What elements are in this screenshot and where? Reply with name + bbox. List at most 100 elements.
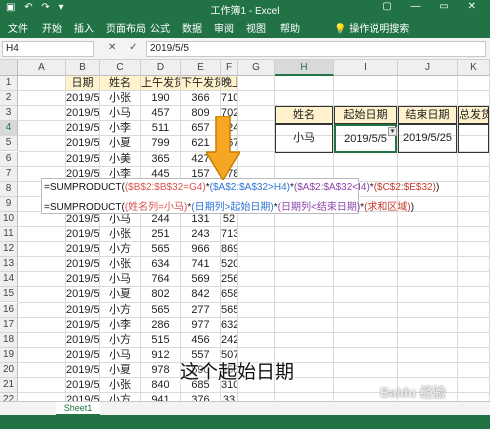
table-data-cell[interactable]: 515	[141, 333, 180, 347]
table-data-cell[interactable]: 978	[141, 363, 180, 377]
table-data-cell[interactable]: 小夏	[100, 363, 140, 377]
table-data-cell[interactable]: 632	[221, 318, 237, 332]
row-header-7[interactable]: 7	[0, 166, 18, 182]
table-data-cell[interactable]: 小美	[100, 152, 140, 166]
column-header-e[interactable]: E	[181, 60, 221, 76]
table-data-cell[interactable]: 565	[221, 303, 237, 317]
table-data-cell[interactable]: 2019/5/12	[66, 257, 99, 271]
criteria-header-cell[interactable]: 起始日期	[334, 106, 397, 125]
row-header-19[interactable]: 19	[0, 347, 18, 363]
formula-input[interactable]: 2019/5/5	[146, 41, 486, 57]
dropdown-arrow-icon[interactable]: ▾	[388, 127, 397, 137]
table-data-cell[interactable]: 966	[181, 242, 220, 256]
row-header-4[interactable]: 4	[0, 121, 18, 137]
table-data-cell[interactable]: 256	[221, 272, 237, 286]
table-data-cell[interactable]: 2019/5/3	[66, 121, 99, 135]
table-data-cell[interactable]: 小马	[100, 212, 140, 226]
sheet-tab-sheet1[interactable]: Sheet1	[56, 402, 100, 416]
table-data-cell[interactable]: 840	[141, 378, 180, 392]
table-data-cell[interactable]: 511	[141, 121, 180, 135]
table-data-cell[interactable]: 小马	[100, 348, 140, 362]
table-data-cell[interactable]: 286	[141, 318, 180, 332]
tab-help[interactable]: 帮助	[280, 20, 300, 35]
row-header-21[interactable]: 21	[0, 378, 18, 394]
table-data-cell[interactable]: 小张	[100, 91, 140, 105]
table-header-cell[interactable]: 上午发货	[141, 76, 180, 91]
tab-home[interactable]: 开始	[42, 20, 62, 35]
table-data-cell[interactable]: 小张	[100, 378, 140, 392]
name-box[interactable]: H4	[2, 41, 94, 57]
column-header-c[interactable]: C	[100, 60, 141, 76]
table-data-cell[interactable]: 2019/5/13	[66, 272, 99, 286]
table-data-cell[interactable]: 小方	[100, 303, 140, 317]
table-data-cell[interactable]: 小李	[100, 121, 140, 135]
table-data-cell[interactable]: 2019/5/19	[66, 363, 99, 377]
criteria-value-cell[interactable]: 2019/5/25	[398, 124, 457, 153]
criteria-header-cell[interactable]: 总发货量	[458, 106, 489, 125]
table-data-cell[interactable]: 764	[141, 272, 180, 286]
select-all-corner[interactable]	[0, 60, 18, 76]
table-data-cell[interactable]: 2019/5/16	[66, 318, 99, 332]
criteria-value-cell[interactable]	[458, 124, 489, 153]
criteria-header-cell[interactable]: 结束日期	[398, 106, 457, 125]
table-data-cell[interactable]: 366	[181, 91, 220, 105]
table-data-cell[interactable]: 242	[221, 333, 237, 347]
table-data-cell[interactable]: 2019/5/20	[66, 378, 99, 392]
tell-me-search[interactable]: 💡 操作说明搜索	[334, 20, 409, 35]
column-header-f[interactable]: F	[221, 60, 238, 76]
column-header-b[interactable]: B	[66, 60, 100, 76]
table-data-cell[interactable]: 912	[141, 348, 180, 362]
criteria-value-cell[interactable]: 小马	[275, 124, 333, 153]
column-header-g[interactable]: G	[238, 60, 275, 76]
table-data-cell[interactable]: 842	[181, 287, 220, 301]
table-data-cell[interactable]: 2019/5/10	[66, 212, 99, 226]
row-header-18[interactable]: 18	[0, 332, 18, 348]
row-header-17[interactable]: 17	[0, 317, 18, 333]
table-data-cell[interactable]: 456	[181, 333, 220, 347]
table-data-cell[interactable]: 2019/5/11	[66, 242, 99, 256]
tab-formulas[interactable]: 公式	[150, 20, 170, 35]
table-data-cell[interactable]: 365	[141, 152, 180, 166]
table-data-cell[interactable]: 2019/5/17	[66, 333, 99, 347]
table-data-cell[interactable]: 565	[141, 242, 180, 256]
table-data-cell[interactable]: 小张	[100, 257, 140, 271]
row-header-1[interactable]: 1	[0, 76, 18, 92]
window-controls[interactable]: ▢ — ▭ ✕	[382, 1, 484, 12]
table-data-cell[interactable]: 小李	[100, 318, 140, 332]
table-data-cell[interactable]: 802	[141, 287, 180, 301]
table-data-cell[interactable]: 520	[221, 257, 237, 271]
table-data-cell[interactable]: 634	[141, 257, 180, 271]
column-header-i[interactable]: I	[334, 60, 398, 76]
table-data-cell[interactable]: 713	[221, 227, 237, 241]
column-header-k[interactable]: K	[458, 60, 490, 76]
table-data-cell[interactable]: 2019/5/15	[66, 303, 99, 317]
table-data-cell[interactable]: 799	[141, 136, 180, 150]
table-data-cell[interactable]: 2019/5/4	[66, 136, 99, 150]
table-data-cell[interactable]: 2019/5/14	[66, 287, 99, 301]
table-data-cell[interactable]: 977	[181, 318, 220, 332]
column-header-j[interactable]: J	[398, 60, 458, 76]
tab-file[interactable]: 文件	[8, 20, 28, 35]
row-header-13[interactable]: 13	[0, 257, 18, 273]
table-data-cell[interactable]: 710	[221, 91, 237, 105]
table-data-cell[interactable]: 243	[181, 227, 220, 241]
column-header-h[interactable]: H	[275, 60, 334, 76]
table-data-cell[interactable]: 131	[181, 212, 220, 226]
row-header-20[interactable]: 20	[0, 362, 18, 378]
row-header-12[interactable]: 12	[0, 242, 18, 258]
row-header-8[interactable]: 8	[0, 181, 18, 197]
table-data-cell[interactable]: 小夏	[100, 287, 140, 301]
tab-view[interactable]: 视图	[246, 20, 266, 35]
table-data-cell[interactable]: 869	[221, 242, 237, 256]
table-data-cell[interactable]: 2019/5/2	[66, 106, 99, 120]
table-data-cell[interactable]: 小马	[100, 272, 140, 286]
table-data-cell[interactable]: 2019/5/18	[66, 348, 99, 362]
table-data-cell[interactable]: 小方	[100, 333, 140, 347]
table-data-cell[interactable]: 741	[181, 257, 220, 271]
table-data-cell[interactable]: 251	[141, 227, 180, 241]
row-header-2[interactable]: 2	[0, 91, 18, 107]
table-data-cell[interactable]: 190	[141, 91, 180, 105]
column-header-d[interactable]: D	[141, 60, 181, 76]
row-header-6[interactable]: 6	[0, 151, 18, 167]
table-data-cell[interactable]: 小方	[100, 242, 140, 256]
